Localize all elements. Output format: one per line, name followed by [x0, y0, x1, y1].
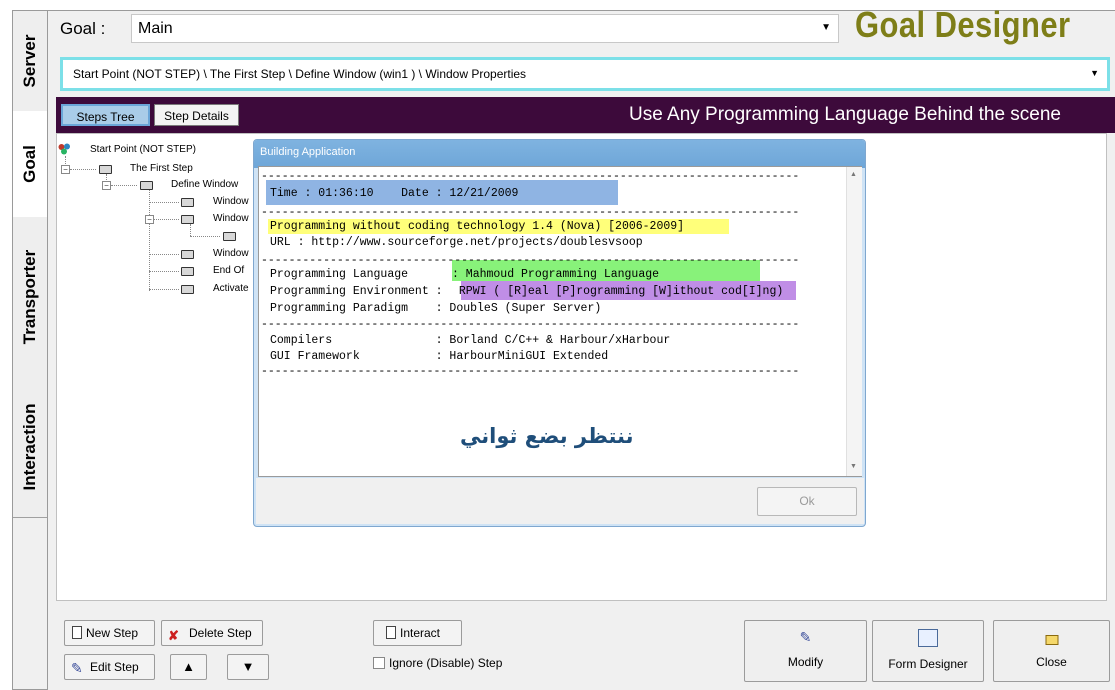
step-path-text: Start Point (NOT STEP) \ The First Step … — [73, 67, 527, 81]
tree-node-root[interactable]: Start Point (NOT STEP) — [90, 144, 196, 155]
log-pwct: Programming without coding technology 1.… — [270, 220, 685, 233]
app-brand-title: Goal Designer — [855, 4, 1071, 45]
tree-node-first-step[interactable]: The First Step — [130, 163, 193, 174]
step-node-icon — [181, 285, 194, 294]
tree-line — [149, 254, 179, 255]
goal-select[interactable]: Main ▼ — [131, 14, 839, 43]
new-step-button[interactable]: New Step — [64, 620, 155, 646]
interact-button[interactable]: Interact — [373, 620, 462, 646]
goal-select-value: Main — [138, 20, 173, 37]
log-environment-value: RPWI ( [R]eal [P]rogramming [W]ithout co… — [452, 285, 784, 298]
log-paradigm: Programming Paradigm : DoubleS (Super Se… — [270, 302, 602, 315]
scroll-down-icon[interactable]: ▼ — [850, 463, 857, 470]
tab-step-details[interactable]: Step Details — [154, 104, 239, 126]
dialog-scrollbar[interactable]: ▲ ▼ — [846, 167, 862, 476]
edit-icon: ✎ — [71, 660, 83, 676]
modify-button[interactable]: ✎ Modify — [744, 620, 867, 682]
tree-collapse-icon[interactable]: − — [61, 165, 70, 174]
log-url: URL : http://www.sourceforge.net/project… — [270, 236, 643, 249]
step-node-icon — [181, 198, 194, 207]
modify-icon: ✎ — [799, 629, 812, 645]
new-document-icon — [72, 626, 82, 639]
edit-step-button[interactable]: ✎ Edit Step — [64, 654, 155, 680]
tree-node-window-1[interactable]: Window — [213, 196, 249, 207]
tree-collapse-icon[interactable]: − — [102, 181, 111, 190]
delete-step-button[interactable]: ✘ Delete Step — [161, 620, 263, 646]
wait-message: ننتظر بضع ثواني — [460, 424, 634, 448]
step-node-icon — [223, 232, 236, 241]
tab-server-label: Server — [20, 34, 39, 88]
tab-transporter[interactable]: Transporter — [13, 217, 47, 378]
new-step-label: New Step — [86, 626, 139, 640]
arrow-up-icon: ▲ — [182, 659, 195, 674]
tab-server[interactable]: Server — [13, 11, 47, 112]
dialog-title: Building Application — [260, 146, 356, 158]
chevron-down-icon[interactable]: ▼ — [1090, 68, 1099, 78]
tab-interaction-label: Interaction — [20, 403, 39, 491]
tree-line — [70, 169, 96, 170]
step-node-icon — [181, 267, 194, 276]
delete-step-label: Delete Step — [189, 626, 252, 640]
goal-label: Goal : — [60, 19, 106, 38]
tree-line — [111, 185, 137, 186]
log-language-value: : Mahmoud Programming Language — [452, 268, 660, 281]
close-label: Close — [1036, 655, 1067, 669]
banner-text: Use Any Programming Language Behind the … — [629, 104, 1061, 125]
ignore-step-checkbox[interactable] — [373, 657, 385, 669]
step-node-icon — [140, 181, 153, 190]
step-path-select[interactable]: Start Point (NOT STEP) \ The First Step … — [63, 60, 1107, 88]
close-button[interactable]: Close — [993, 620, 1110, 682]
edit-step-label: Edit Step — [90, 660, 139, 674]
vertical-tab-bar: Server Goal Transporter Interaction — [12, 10, 48, 690]
chevron-down-icon[interactable]: ▼ — [821, 22, 831, 33]
tree-collapse-icon[interactable]: − — [145, 215, 154, 224]
form-window-icon — [918, 629, 938, 647]
tree-line — [149, 289, 179, 290]
arrow-down-icon: ▼ — [241, 659, 255, 674]
ok-button[interactable]: Ok — [757, 487, 857, 516]
step-path-bar: Start Point (NOT STEP) \ The First Step … — [60, 57, 1110, 91]
tree-node-define-window[interactable]: Define Window — [171, 179, 238, 190]
delete-icon: ✘ — [168, 628, 179, 643]
tree-node-window-2[interactable]: Window — [213, 213, 249, 224]
log-separator: ----------------------------------------… — [261, 365, 800, 378]
log-compilers: Compilers : Borland C/C++ & Harbour/xHar… — [270, 334, 671, 347]
log-environment-label: Programming Environment : — [270, 285, 443, 298]
step-node-icon — [181, 250, 194, 259]
log-gui-framework: GUI Framework : HarbourMiniGUI Extended — [270, 350, 609, 363]
tab-goal-label: Goal — [20, 145, 39, 183]
tree-line — [190, 236, 220, 237]
log-separator: ----------------------------------------… — [261, 318, 800, 331]
modify-label: Modify — [787, 655, 824, 669]
scroll-up-icon[interactable]: ▲ — [850, 171, 857, 178]
tree-line — [149, 271, 179, 272]
interact-label: Interact — [400, 626, 441, 640]
tree-line — [149, 190, 150, 291]
step-node-icon — [181, 215, 194, 224]
tree-line — [190, 224, 191, 236]
form-designer-label: Form Designer — [888, 657, 968, 671]
tree-node-end-of[interactable]: End Of — [213, 265, 244, 276]
form-designer-button[interactable]: Form Designer — [872, 620, 984, 682]
log-time-date: Time : 01:36:10 Date : 12/21/2009 — [270, 187, 519, 200]
tree-line — [149, 202, 179, 203]
log-separator: ----------------------------------------… — [261, 206, 800, 219]
tree-node-activate[interactable]: Activate — [213, 283, 249, 294]
tab-transporter-label: Transporter — [20, 249, 39, 345]
step-node-icon — [99, 165, 112, 174]
move-down-button[interactable]: ▼ — [227, 654, 269, 680]
tab-interaction[interactable]: Interaction — [13, 377, 47, 518]
tree-node-window-3[interactable]: Window — [213, 248, 249, 259]
document-icon — [386, 626, 396, 639]
tab-steps-tree[interactable]: Steps Tree — [61, 104, 150, 126]
log-separator: ----------------------------------------… — [261, 254, 800, 267]
log-language-label: Programming Language — [270, 268, 436, 281]
log-separator: ----------------------------------------… — [261, 170, 800, 183]
tab-goal[interactable]: Goal — [13, 111, 47, 218]
folder-icon — [1045, 635, 1058, 645]
ignore-step-label: Ignore (Disable) Step — [389, 656, 503, 670]
move-up-button[interactable]: ▲ — [170, 654, 207, 680]
tree-line — [154, 219, 179, 220]
